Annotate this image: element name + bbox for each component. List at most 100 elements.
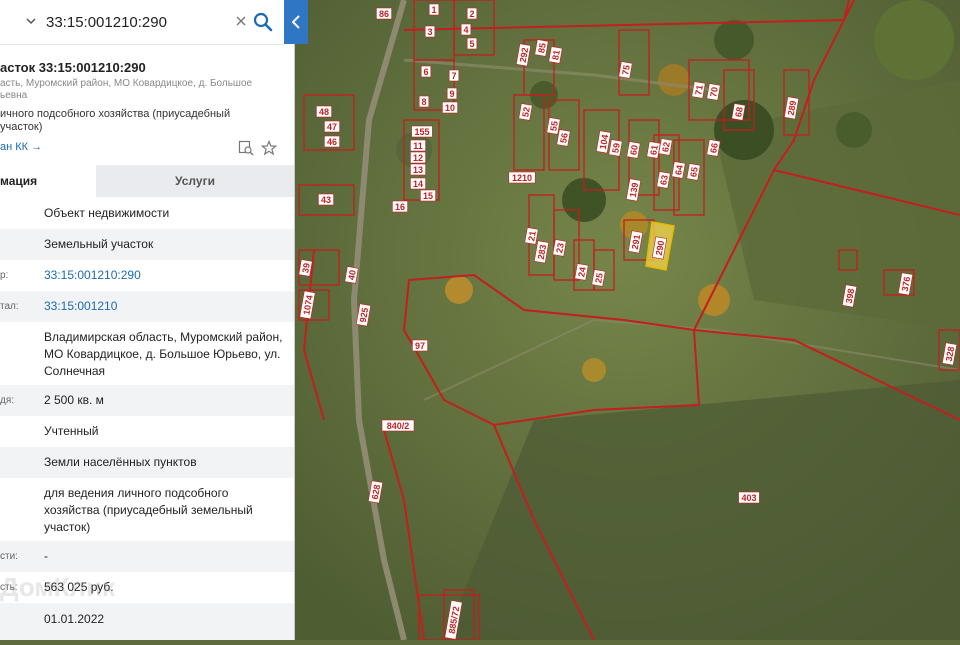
parcel-label-59: 59 xyxy=(608,139,623,157)
parcel-label-55: 55 xyxy=(546,117,561,135)
svg-text:86: 86 xyxy=(379,9,389,19)
row-quarter: тал: 33:15:001210 xyxy=(0,291,294,322)
parcel-label-47: 47 xyxy=(324,120,340,133)
parcel-label-68: 68 xyxy=(731,103,746,121)
svg-text:61: 61 xyxy=(648,144,660,156)
svg-text:6: 6 xyxy=(423,67,428,77)
svg-text:12: 12 xyxy=(413,153,423,163)
svg-text:14: 14 xyxy=(413,179,423,189)
svg-text:46: 46 xyxy=(327,137,337,147)
parcel-label-48: 48 xyxy=(316,105,332,118)
parcel-label-64: 64 xyxy=(671,161,686,179)
svg-text:56: 56 xyxy=(558,132,570,144)
svg-text:13: 13 xyxy=(413,165,423,175)
parcel-label-1210: 1210 xyxy=(508,171,536,184)
svg-text:66: 66 xyxy=(708,142,720,154)
svg-text:1: 1 xyxy=(431,5,436,15)
search-input[interactable] xyxy=(46,12,226,32)
svg-text:8: 8 xyxy=(421,97,426,107)
svg-text:10: 10 xyxy=(445,103,455,113)
row-value: Владимирская область, Муромский район, М… xyxy=(44,330,283,378)
parcel-label-21: 21 xyxy=(524,227,539,245)
tab-services[interactable]: Услуги xyxy=(96,165,294,197)
row-value: Земли населённых пунктов xyxy=(44,455,197,469)
parcel-label-1: 1 xyxy=(428,3,440,16)
svg-text:68: 68 xyxy=(733,106,745,118)
watermark-logo: ДомКлик xyxy=(0,572,115,602)
parcel-label-43: 43 xyxy=(318,193,334,206)
plan-link[interactable]: ан КК → xyxy=(0,141,42,153)
row-value: для ведения личного подсобного хозяйства… xyxy=(44,486,253,534)
svg-text:7: 7 xyxy=(451,71,456,81)
row-label: сти: xyxy=(0,551,18,562)
star-icon[interactable] xyxy=(260,139,278,156)
parcel-label-24: 24 xyxy=(574,263,589,281)
parcel-label-13: 13 xyxy=(410,163,426,176)
svg-text:39: 39 xyxy=(300,262,312,274)
row-value-date: 01.01.2022 xyxy=(0,603,294,640)
parcel-label-9: 9 xyxy=(446,87,458,100)
copy-search-icon[interactable] xyxy=(238,140,254,156)
row-value: Объект недвижимости xyxy=(44,206,170,220)
chevron-down-icon[interactable] xyxy=(24,14,38,28)
svg-text:24: 24 xyxy=(576,266,588,278)
parcel-label-155: 155 xyxy=(411,125,433,138)
svg-text:59: 59 xyxy=(610,142,622,154)
svg-text:62: 62 xyxy=(660,141,672,153)
map-canvas[interactable]: 86 1 23 456 7891011121314151615543292 8581757… xyxy=(294,0,960,641)
parcel-label-25: 25 xyxy=(591,269,606,287)
svg-text:155: 155 xyxy=(414,127,429,137)
parcel-label-15: 15 xyxy=(420,189,436,202)
cadastral-number-link[interactable]: 33:15:001210:290 xyxy=(44,267,284,284)
parcel-label-52: 52 xyxy=(518,103,533,121)
svg-text:840/2: 840/2 xyxy=(387,421,410,431)
parcel-label-23: 23 xyxy=(552,239,567,257)
svg-text:15: 15 xyxy=(423,191,433,201)
parcel-label-85: 85 xyxy=(534,39,549,57)
parcel-label-60: 60 xyxy=(626,141,641,159)
parcel-label-97: 97 xyxy=(412,339,428,352)
svg-text:48: 48 xyxy=(319,107,329,117)
row-status: Учтенный xyxy=(0,416,294,447)
tab-information[interactable]: мация xyxy=(0,165,96,197)
svg-text:97: 97 xyxy=(415,341,425,351)
parcel-label-66: 66 xyxy=(706,139,721,157)
parcel-label-65: 65 xyxy=(686,163,701,181)
close-icon[interactable] xyxy=(234,12,248,30)
svg-text:52: 52 xyxy=(520,106,532,118)
parcel-label-81: 81 xyxy=(548,46,563,64)
svg-text:81: 81 xyxy=(550,49,562,61)
parcel-label-10: 10 xyxy=(442,101,458,114)
svg-text:40: 40 xyxy=(346,269,358,281)
parcel-label-14: 14 xyxy=(410,177,426,190)
svg-text:65: 65 xyxy=(688,166,700,178)
parcel-label-40: 40 xyxy=(344,266,359,284)
svg-text:71: 71 xyxy=(693,84,705,96)
svg-text:11: 11 xyxy=(413,141,423,151)
parcel-label-86: 86 xyxy=(376,7,392,20)
parcel-label-403: 403 xyxy=(738,491,760,504)
satellite-map[interactable]: 86 1 2 3 4 5 6 7 8 9 10 11 12 13 14 15 16 155 43 292 85 81 75 7… xyxy=(294,0,960,641)
collapse-panel-button[interactable] xyxy=(284,0,308,44)
svg-text:3: 3 xyxy=(427,27,432,37)
parcel-label-8: 8 xyxy=(418,95,430,108)
quarter-link[interactable]: 33:15:001210 xyxy=(44,298,284,315)
svg-text:4: 4 xyxy=(463,25,468,35)
svg-text:5: 5 xyxy=(469,39,474,49)
row-label: тал: xyxy=(0,301,19,312)
svg-text:23: 23 xyxy=(554,242,566,254)
parcel-label-12: 12 xyxy=(410,151,426,164)
parcel-label-840-2: 840/2 xyxy=(381,419,415,432)
info-panel: асток 33:15:001210:290 асть, Муромский р… xyxy=(0,0,295,640)
svg-text:63: 63 xyxy=(658,174,670,186)
svg-text:75: 75 xyxy=(620,64,632,76)
parcel-label-71: 71 xyxy=(691,81,706,99)
svg-text:2: 2 xyxy=(469,9,474,19)
svg-text:16: 16 xyxy=(395,202,405,212)
svg-text:85: 85 xyxy=(536,42,548,54)
search-icon[interactable] xyxy=(252,10,274,34)
search-bar xyxy=(0,0,284,45)
parcel-label-16: 16 xyxy=(392,200,408,213)
parcel-label-6: 6 xyxy=(420,65,432,78)
parcel-label-3: 3 xyxy=(424,25,436,38)
